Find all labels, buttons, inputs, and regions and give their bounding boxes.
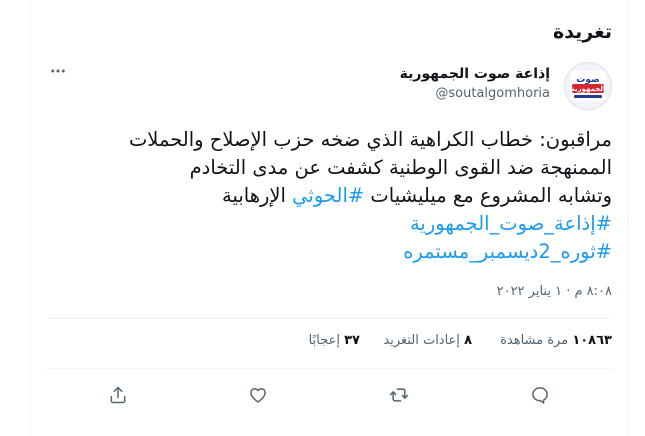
tweet-text-segment: الإرهابية <box>222 184 293 207</box>
retweets-stat[interactable]: ٨ إعادات التغريد <box>383 333 472 348</box>
views-stat[interactable]: ١٠٨٦٣ مرة مشاهدة <box>500 333 612 348</box>
tweet-actions <box>31 378 628 412</box>
like-heart-icon <box>250 388 266 403</box>
like-button[interactable] <box>245 382 271 408</box>
more-options-button[interactable] <box>47 60 69 82</box>
author-handle[interactable]: @soutalgomhoria <box>435 86 550 101</box>
views-label: مرة مشاهدة <box>500 333 569 348</box>
page-title: تغريدة <box>552 21 612 43</box>
hashtag-link[interactable]: #ثوره_2ديسمبر_مستمره <box>403 240 612 263</box>
reply-button[interactable] <box>527 382 553 408</box>
views-count: ١٠٨٦٣ <box>572 333 612 348</box>
tweet-line: مراقبون: خطاب الكراهية الذي ضخه حزب الإص… <box>45 126 612 154</box>
tweet-text-segment: وتشابه المشروع مع ميليشيات <box>364 184 612 207</box>
svg-text:صوت: صوت <box>576 75 599 85</box>
share-button[interactable] <box>105 382 131 408</box>
likes-stat[interactable]: ٣٧ إعجابًا <box>309 333 360 348</box>
hashtag-link[interactable]: #الحوثي <box>292 184 364 207</box>
svg-text:الجمهورية: الجمهورية <box>571 85 606 93</box>
reply-icon <box>532 387 548 404</box>
likes-count: ٣٧ <box>344 333 360 348</box>
retweet-icon <box>389 388 409 402</box>
tweet-text-segment: مراقبون: خطاب الكراهية الذي ضخه حزب الإص… <box>128 128 612 151</box>
page-header: تغريدة <box>31 0 628 53</box>
tweet-line: #ثوره_2ديسمبر_مستمره <box>45 238 612 266</box>
divider <box>47 318 612 319</box>
hashtag-link[interactable]: #إذاعة_صوت_الجمهورية <box>410 212 612 235</box>
tweet-body: مراقبون: خطاب الكراهية الذي ضخه حزب الإص… <box>45 126 612 266</box>
tweet-text-segment: الممنهجة ضد القوى الوطنية كشفت عن مدى ال… <box>189 156 612 179</box>
tweet-line: #إذاعة_صوت_الجمهورية <box>45 210 612 238</box>
tweet-stats: ١٠٨٦٣ مرة مشاهدة ٨ إعادات التغريد ٣٧ إعج… <box>47 333 612 353</box>
tweet-detail-panel: تغريدة صوت الجمهورية إذاعة صوت الجمهورية… <box>30 0 629 436</box>
retweets-label: إعادات التغريد <box>383 333 460 348</box>
tweet-line: الممنهجة ضد القوى الوطنية كشفت عن مدى ال… <box>45 154 612 182</box>
station-logo-icon: صوت الجمهورية <box>570 71 606 101</box>
divider <box>47 368 612 369</box>
tweet-line: وتشابه المشروع مع ميليشيات #الحوثي الإره… <box>45 182 612 210</box>
share-icon <box>110 386 126 404</box>
retweets-count: ٨ <box>464 333 472 348</box>
more-horizontal-icon <box>51 69 65 73</box>
author-name[interactable]: إذاعة صوت الجمهورية <box>400 66 550 82</box>
tweet-timestamp[interactable]: ٨:٠٨ م · ١ يناير ٢٠٢٢ <box>497 284 612 299</box>
likes-label: إعجابًا <box>308 333 340 348</box>
retweet-button[interactable] <box>386 382 412 408</box>
author-row: صوت الجمهورية إذاعة صوت الجمهورية @souta… <box>31 60 628 110</box>
avatar[interactable]: صوت الجمهورية <box>564 62 612 110</box>
